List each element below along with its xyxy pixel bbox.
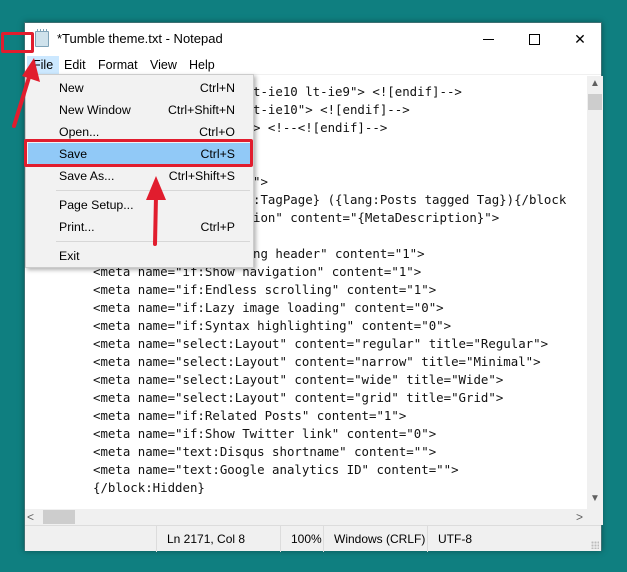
menu-format[interactable]: Format bbox=[92, 56, 144, 75]
menu-item-new-window[interactable]: New Window Ctrl+Shift+N bbox=[28, 99, 251, 121]
maximize-icon bbox=[528, 33, 540, 45]
text-line: :TagPage} ({lang:Posts tagged Tag}){/blo… bbox=[253, 192, 567, 207]
text-line: <meta name="if:Related Posts" content="1… bbox=[93, 408, 407, 423]
menu-view[interactable]: View bbox=[144, 56, 183, 75]
horizontal-scroll-thumb[interactable] bbox=[43, 510, 75, 524]
menu-item-label: New Window bbox=[59, 103, 131, 117]
text-line: ion" content="{MetaDescription}"> bbox=[253, 210, 500, 225]
scroll-up-icon[interactable]: ▲ bbox=[587, 78, 603, 92]
text-line: <meta name="if:Endless scrolling" conten… bbox=[93, 282, 437, 297]
zoom-level: 100% bbox=[280, 526, 323, 552]
scroll-right-icon[interactable]: > bbox=[576, 510, 583, 524]
text-line: <meta name="if:Lazy image loading" conte… bbox=[93, 300, 444, 315]
menu-item-save-as[interactable]: Save As... Ctrl+Shift+S bbox=[28, 165, 251, 187]
close-icon: ✕ bbox=[574, 30, 586, 47]
menu-item-label: New bbox=[59, 81, 84, 95]
menu-item-exit[interactable]: Exit bbox=[28, 245, 251, 267]
text-line: <meta name="if:Syntax highlighting" cont… bbox=[93, 318, 452, 333]
text-line: > <!--<![endif]--> bbox=[253, 120, 388, 135]
file-menu-highlight-box bbox=[1, 32, 34, 53]
menu-edit[interactable]: Edit bbox=[58, 56, 92, 75]
menu-item-page-setup[interactable]: Page Setup... bbox=[28, 194, 251, 216]
minimize-icon bbox=[482, 38, 494, 40]
encoding: UTF-8 bbox=[427, 526, 603, 552]
menu-item-new[interactable]: New Ctrl+N bbox=[28, 77, 251, 99]
save-highlight-box bbox=[24, 139, 253, 167]
maximize-button[interactable] bbox=[511, 23, 557, 55]
text-line: <meta name="select:Layout" content="narr… bbox=[93, 354, 541, 369]
scroll-left-icon[interactable]: < bbox=[27, 510, 34, 524]
menu-separator bbox=[56, 241, 250, 242]
text-line: <meta name="select:Layout" content="wide… bbox=[93, 372, 504, 387]
menu-bar: File Edit Format View Help bbox=[25, 55, 601, 75]
text-line: <meta name="select:Layout" content="grid… bbox=[93, 390, 504, 405]
menu-item-shortcut: Ctrl+Shift+N bbox=[168, 103, 235, 117]
text-line: t-ie10 lt-ie9"> <![endif]--> bbox=[253, 84, 462, 99]
vertical-scroll-thumb[interactable] bbox=[588, 94, 602, 110]
status-bar: Ln 2171, Col 8 100% Windows (CRLF) UTF-8 bbox=[25, 525, 603, 552]
line-ending: Windows (CRLF) bbox=[323, 526, 427, 552]
text-line: "> bbox=[253, 174, 268, 189]
close-button[interactable]: ✕ bbox=[557, 23, 603, 55]
menu-item-label: Print... bbox=[59, 220, 95, 234]
text-line: t-ie10"> <![endif]--> bbox=[253, 102, 410, 117]
menu-item-label: Page Setup... bbox=[59, 198, 134, 212]
file-dropdown-menu: New Ctrl+N New Window Ctrl+Shift+N Open.… bbox=[25, 74, 254, 268]
menu-item-label: Open... bbox=[59, 125, 100, 139]
text-line: {/block:Hidden} bbox=[93, 480, 205, 495]
menu-item-label: Exit bbox=[59, 249, 80, 263]
menu-separator bbox=[56, 190, 250, 191]
menu-item-shortcut: Ctrl+P bbox=[200, 220, 235, 234]
menu-item-shortcut: Ctrl+O bbox=[199, 125, 235, 139]
horizontal-scrollbar[interactable]: < > bbox=[25, 509, 587, 525]
menu-item-shortcut: Ctrl+Shift+S bbox=[168, 169, 235, 183]
vertical-scrollbar[interactable]: ▲ ▼ bbox=[587, 76, 603, 509]
cursor-position: Ln 2171, Col 8 bbox=[156, 526, 280, 552]
text-line: <meta name="text:Disqus shortname" conte… bbox=[93, 444, 437, 459]
menu-item-print[interactable]: Print... Ctrl+P bbox=[28, 216, 251, 238]
text-line: <meta name="text:Google analytics ID" co… bbox=[93, 462, 459, 477]
minimize-button[interactable] bbox=[465, 23, 511, 55]
notepad-icon bbox=[35, 29, 49, 47]
menu-item-label: Save As... bbox=[59, 169, 115, 183]
scroll-corner bbox=[587, 509, 603, 525]
window-title: *Tumble theme.txt - Notepad bbox=[57, 31, 223, 46]
title-bar[interactable]: *Tumble theme.txt - Notepad ✕ bbox=[25, 23, 601, 55]
menu-help[interactable]: Help bbox=[183, 56, 221, 75]
scroll-down-icon[interactable]: ▼ bbox=[587, 493, 603, 507]
text-line: <meta name="if:Show Twitter link" conten… bbox=[93, 426, 437, 441]
menu-file[interactable]: File bbox=[27, 56, 60, 75]
menu-item-shortcut: Ctrl+N bbox=[199, 81, 235, 95]
text-line: <meta name="select:Layout" content="regu… bbox=[93, 336, 549, 351]
text-line: ng header" content="1"> bbox=[253, 246, 425, 261]
resize-grip-icon[interactable] bbox=[591, 541, 599, 549]
